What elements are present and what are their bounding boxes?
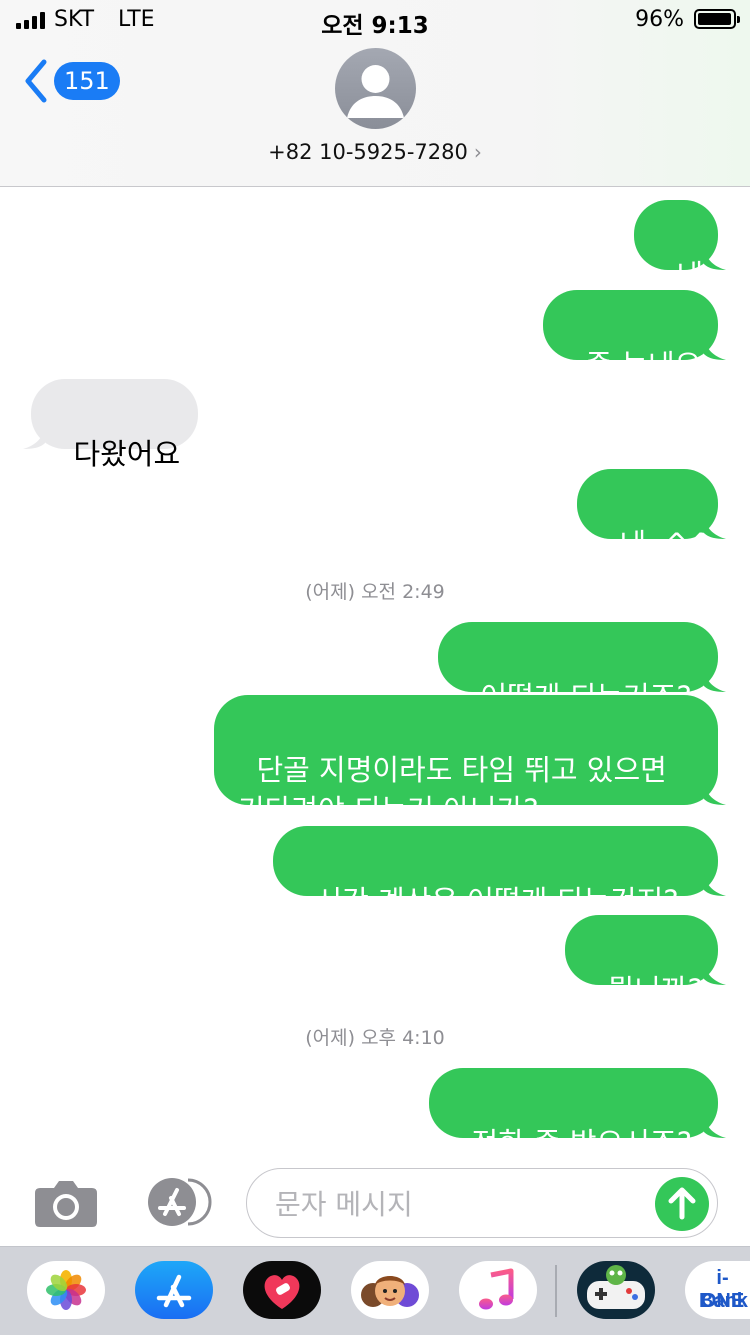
conversation-header: SKT LTE 오전 9:13 96% 151 +82 10-5925-7280… [0, 0, 750, 187]
contact-number[interactable]: +82 10-5925-7280 › [0, 140, 750, 164]
timestamp-time: 오전 2:49 [361, 581, 445, 603]
message-input-field[interactable] [246, 1168, 718, 1238]
imessage-app-drawer: i-ONE Bank [0, 1246, 750, 1335]
message-bubble-outgoing[interactable]: 시간 계산은 어떻게 되는건지? [273, 826, 726, 918]
message-text: 다왔어요 [73, 437, 181, 471]
status-bar: SKT LTE 오전 9:13 96% [0, 0, 750, 40]
message-bubble-outgoing[interactable]: 좀 늦네요 [543, 290, 726, 382]
message-text: 단골 지명이라도 타임 뛰고 있으면 기다려야 되는거 아닌가? [238, 753, 667, 827]
arrow-up-icon [668, 1187, 696, 1220]
message-bubble-outgoing[interactable]: 전화 좀 받으시죠? [429, 1068, 726, 1160]
heart-app-icon[interactable] [243, 1261, 321, 1319]
send-button[interactable] [655, 1177, 709, 1231]
message-text: 전화 좀 받으시죠? [471, 1126, 693, 1160]
app-store-icon[interactable] [140, 1176, 212, 1228]
photos-app-icon[interactable] [27, 1261, 105, 1319]
timestamp-day: (어제) [305, 581, 356, 603]
game-app-icon[interactable] [577, 1261, 655, 1319]
message-bubble-outgoing[interactable]: 어떻게 되는거죠? [438, 622, 726, 714]
message-text: 뭡니까? [607, 973, 703, 1007]
music-app-icon[interactable] [459, 1261, 537, 1319]
ione-bank-app-icon[interactable]: i-ONE Bank [685, 1261, 750, 1319]
unread-count-badge[interactable]: 151 [54, 62, 120, 100]
app-store-app-icon[interactable] [135, 1261, 213, 1319]
timestamp-time: 오후 4:10 [361, 1027, 445, 1049]
message-text: 좀 늦네요 [585, 348, 702, 382]
message-bubble-outgoing[interactable]: 단골 지명이라도 타임 뛰고 있으면 기다려야 되는거 아닌가? [214, 695, 726, 827]
message-bubble-outgoing[interactable]: 뭡니까? [565, 915, 726, 1007]
contact-number-text: +82 10-5925-7280 [268, 140, 468, 164]
battery-percent: 96% [635, 7, 684, 32]
chevron-right-icon: › [473, 140, 482, 164]
message-bubble-outgoing[interactable]: 네. ^^* [577, 469, 728, 561]
drawer-divider [555, 1265, 557, 1317]
message-text: 네 [676, 258, 704, 292]
contact-avatar-icon[interactable] [335, 48, 416, 129]
message-bubble-outgoing[interactable]: 네 [634, 200, 726, 292]
camera-icon[interactable] [34, 1178, 98, 1228]
battery-icon [694, 9, 740, 29]
message-bubble-incoming[interactable]: 다왔어요 [23, 379, 198, 471]
memoji-app-icon[interactable] [351, 1261, 429, 1319]
message-text: 시간 계산은 어떻게 되는건지? [315, 884, 679, 918]
timestamp: (어제) 오후 4:10 [0, 1023, 750, 1050]
timestamp-day: (어제) [305, 1027, 356, 1049]
timestamp: (어제) 오전 2:49 [0, 577, 750, 604]
message-input[interactable] [273, 1181, 647, 1227]
ione-bank-line2: Bank [699, 1290, 748, 1312]
back-chevron-icon[interactable] [22, 56, 52, 106]
battery-level-fill [698, 13, 731, 25]
